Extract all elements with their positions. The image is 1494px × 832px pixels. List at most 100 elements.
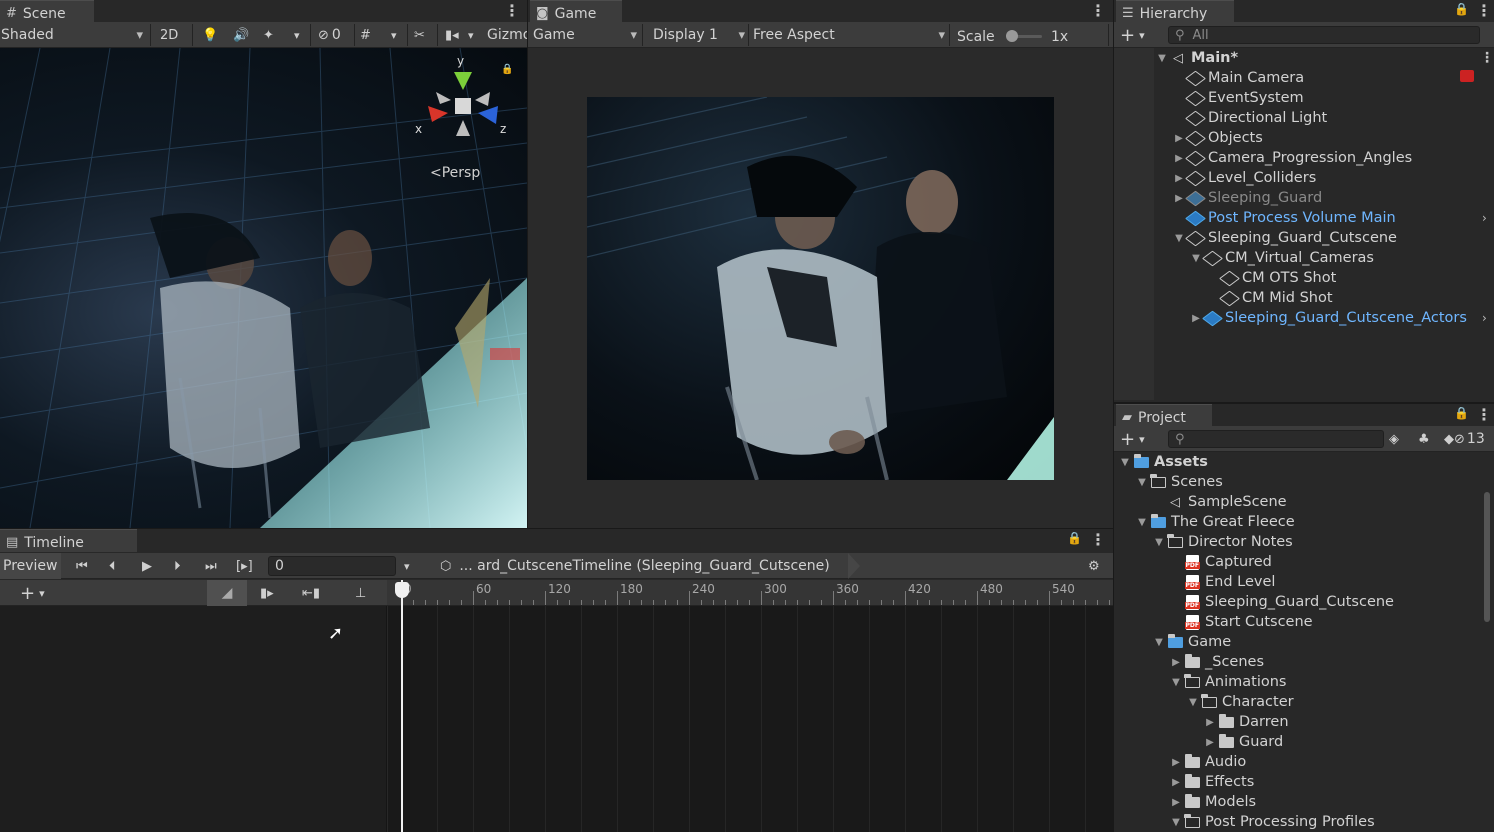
game-mode-dropdown[interactable]: Game: [533, 25, 637, 45]
tools-icon[interactable]: ✂: [414, 25, 425, 45]
project-row[interactable]: ▼ Animations: [1114, 672, 1494, 692]
project-row[interactable]: ▼ Post Processing Profiles: [1114, 812, 1494, 832]
project-row[interactable]: ▶ Darren: [1114, 712, 1494, 732]
persp-toggle[interactable]: <Persp: [430, 165, 480, 181]
orientation-gizmo[interactable]: y x z 🔒: [415, 54, 513, 148]
hierarchy-row[interactable]: ▶ Level_Colliders: [1114, 168, 1494, 188]
hierarchy-row[interactable]: ▼ CM_Virtual_Cameras: [1114, 248, 1494, 268]
gizmo-lock-icon[interactable]: 🔒: [501, 64, 513, 75]
game-viewport[interactable]: [528, 48, 1113, 528]
tab-timeline[interactable]: ▤ Timeline: [0, 529, 137, 552]
expand-arrow-icon[interactable]: ▼: [1173, 233, 1185, 244]
hierarchy-row[interactable]: Main Camera: [1114, 68, 1494, 88]
project-row[interactable]: ▶ Guard: [1114, 732, 1494, 752]
timeline-asset-breadcrumb[interactable]: ⬡ ... ard_CutsceneTimeline (Sleeping_Gua…: [440, 556, 830, 576]
tab-scene[interactable]: # Scene: [0, 0, 94, 23]
play-icon[interactable]: ▶: [142, 556, 152, 576]
expand-arrow-icon[interactable]: ▶: [1190, 313, 1202, 324]
main-scene-menu-icon[interactable]: ⋮: [1480, 50, 1494, 66]
expand-arrow-icon[interactable]: ▶: [1173, 133, 1185, 144]
tab-hierarchy[interactable]: ☰ Hierarchy: [1116, 0, 1234, 23]
scale-slider-thumb[interactable]: [1006, 30, 1018, 42]
lighting-icon[interactable]: 💡: [202, 25, 218, 45]
hierarchy-row[interactable]: Directional Light: [1114, 108, 1494, 128]
expand-arrow-icon[interactable]: ▼: [1156, 53, 1168, 64]
shading-mode-dropdown[interactable]: Shaded: [1, 25, 143, 45]
camera-icon[interactable]: ▮◂: [445, 25, 459, 45]
expand-arrow-icon[interactable]: ▶: [1204, 737, 1216, 748]
aspect-dropdown[interactable]: Free Aspect: [753, 25, 945, 45]
project-search-input[interactable]: ⚲: [1168, 430, 1384, 448]
hierarchy-row[interactable]: CM Mid Shot: [1114, 288, 1494, 308]
goto-end-icon[interactable]: ⏭: [205, 556, 217, 576]
project-add-button[interactable]: + ▾: [1120, 429, 1145, 450]
frame-dropdown-icon[interactable]: ▾: [404, 556, 410, 576]
display-dropdown[interactable]: Display 1: [653, 25, 745, 45]
expand-arrow-icon[interactable]: ▼: [1187, 697, 1199, 708]
playhead-handle[interactable]: [395, 582, 409, 598]
preview-toggle[interactable]: Preview: [0, 553, 61, 579]
expand-arrow-icon[interactable]: ▶: [1173, 193, 1185, 204]
expand-arrow-icon[interactable]: ▶: [1170, 757, 1182, 768]
scene-menu-icon[interactable]: ⋮: [504, 1, 520, 20]
search-by-type-icon[interactable]: ◈: [1389, 429, 1399, 449]
hierarchy-row[interactable]: ▶ Sleeping_Guard_Cutscene_Actors: [1114, 308, 1494, 328]
expand-arrow-icon[interactable]: ▼: [1170, 677, 1182, 688]
expand-arrow-icon[interactable]: ▼: [1119, 457, 1131, 468]
next-frame-icon[interactable]: ⏵: [174, 556, 181, 576]
track-clip-area[interactable]: [388, 606, 1113, 832]
hierarchy-add-button[interactable]: + ▾: [1120, 25, 1145, 46]
play-range-icon[interactable]: [▸]: [236, 556, 253, 576]
timeline-ruler[interactable]: 060120180240300360420480540: [387, 580, 1113, 606]
project-row[interactable]: ▼ Scenes: [1114, 472, 1494, 492]
project-row[interactable]: End Level: [1114, 572, 1494, 592]
hierarchy-row[interactable]: Post Process Volume Main: [1114, 208, 1494, 228]
scene-viewport[interactable]: y x z 🔒 <Persp: [0, 48, 527, 528]
expand-arrow-icon[interactable]: ▶: [1170, 657, 1182, 668]
camera-dropdown-icon[interactable]: ▾: [468, 25, 474, 45]
project-row[interactable]: ▶ Audio: [1114, 752, 1494, 772]
project-scrollbar[interactable]: [1484, 492, 1490, 622]
expand-arrow-icon[interactable]: ▶: [1204, 717, 1216, 728]
expand-arrow-icon[interactable]: ▼: [1153, 637, 1165, 648]
timeline-settings-icon[interactable]: ⚙: [1088, 556, 1100, 576]
project-row[interactable]: ▼ Director Notes: [1114, 532, 1494, 552]
expand-arrow-icon[interactable]: ▼: [1190, 253, 1202, 264]
prev-frame-icon[interactable]: ⏴: [109, 556, 116, 576]
project-row[interactable]: ▼ Assets: [1114, 452, 1494, 472]
expand-arrow-icon[interactable]: ▼: [1136, 517, 1148, 528]
grid-toggle-icon[interactable]: #: [360, 25, 371, 45]
timeline-lock-icon[interactable]: 🔒: [1067, 531, 1082, 545]
camera-gizmo-icon[interactable]: [1460, 70, 1474, 82]
project-lock-icon[interactable]: 🔒: [1454, 406, 1469, 420]
post-process-chevron-icon[interactable]: ›: [1482, 211, 1487, 225]
hierarchy-row[interactable]: ▼ ◁ Main*: [1114, 48, 1494, 68]
hierarchy-row[interactable]: EventSystem: [1114, 88, 1494, 108]
hierarchy-row[interactable]: ▶ Objects: [1114, 128, 1494, 148]
project-menu-icon[interactable]: ⋮: [1476, 405, 1492, 424]
snap-toggle-icon[interactable]: ◢: [207, 580, 247, 606]
expand-arrow-icon[interactable]: ▼: [1170, 817, 1182, 828]
project-row[interactable]: Start Cutscene: [1114, 612, 1494, 632]
hierarchy-lock-icon[interactable]: 🔒: [1454, 2, 1469, 16]
project-row[interactable]: ▼ Character: [1114, 692, 1494, 712]
curves-toggle-icon[interactable]: ⇤▮: [302, 583, 320, 603]
frame-input[interactable]: 0: [268, 556, 396, 576]
tab-game[interactable]: ◙ Game: [530, 0, 622, 23]
hierarchy-row[interactable]: ▼ Sleeping_Guard_Cutscene: [1114, 228, 1494, 248]
filter-by-type-icon[interactable]: ♣: [1418, 429, 1430, 449]
label-filter-icon[interactable]: ◆: [1444, 429, 1454, 449]
effects-dropdown-icon[interactable]: ▾: [294, 25, 300, 45]
project-row[interactable]: Captured: [1114, 552, 1494, 572]
scale-slider[interactable]: [1006, 30, 1042, 42]
game-menu-icon[interactable]: ⋮: [1090, 1, 1106, 20]
scene-visibility-toggle[interactable]: ⊘ 0: [318, 25, 341, 45]
expand-arrow-icon[interactable]: ▼: [1153, 537, 1165, 548]
project-hidden-toggle[interactable]: ⊘ 13: [1454, 429, 1485, 449]
tab-project[interactable]: ▰ Project: [1116, 404, 1212, 427]
mode-2d-toggle[interactable]: 2D: [160, 25, 178, 45]
expand-arrow-icon[interactable]: ▶: [1173, 173, 1185, 184]
hierarchy-menu-icon[interactable]: ⋮: [1476, 1, 1492, 20]
hierarchy-row[interactable]: ▶ Sleeping_Guard: [1114, 188, 1494, 208]
marker-toggle-icon[interactable]: ⊥: [355, 583, 366, 603]
